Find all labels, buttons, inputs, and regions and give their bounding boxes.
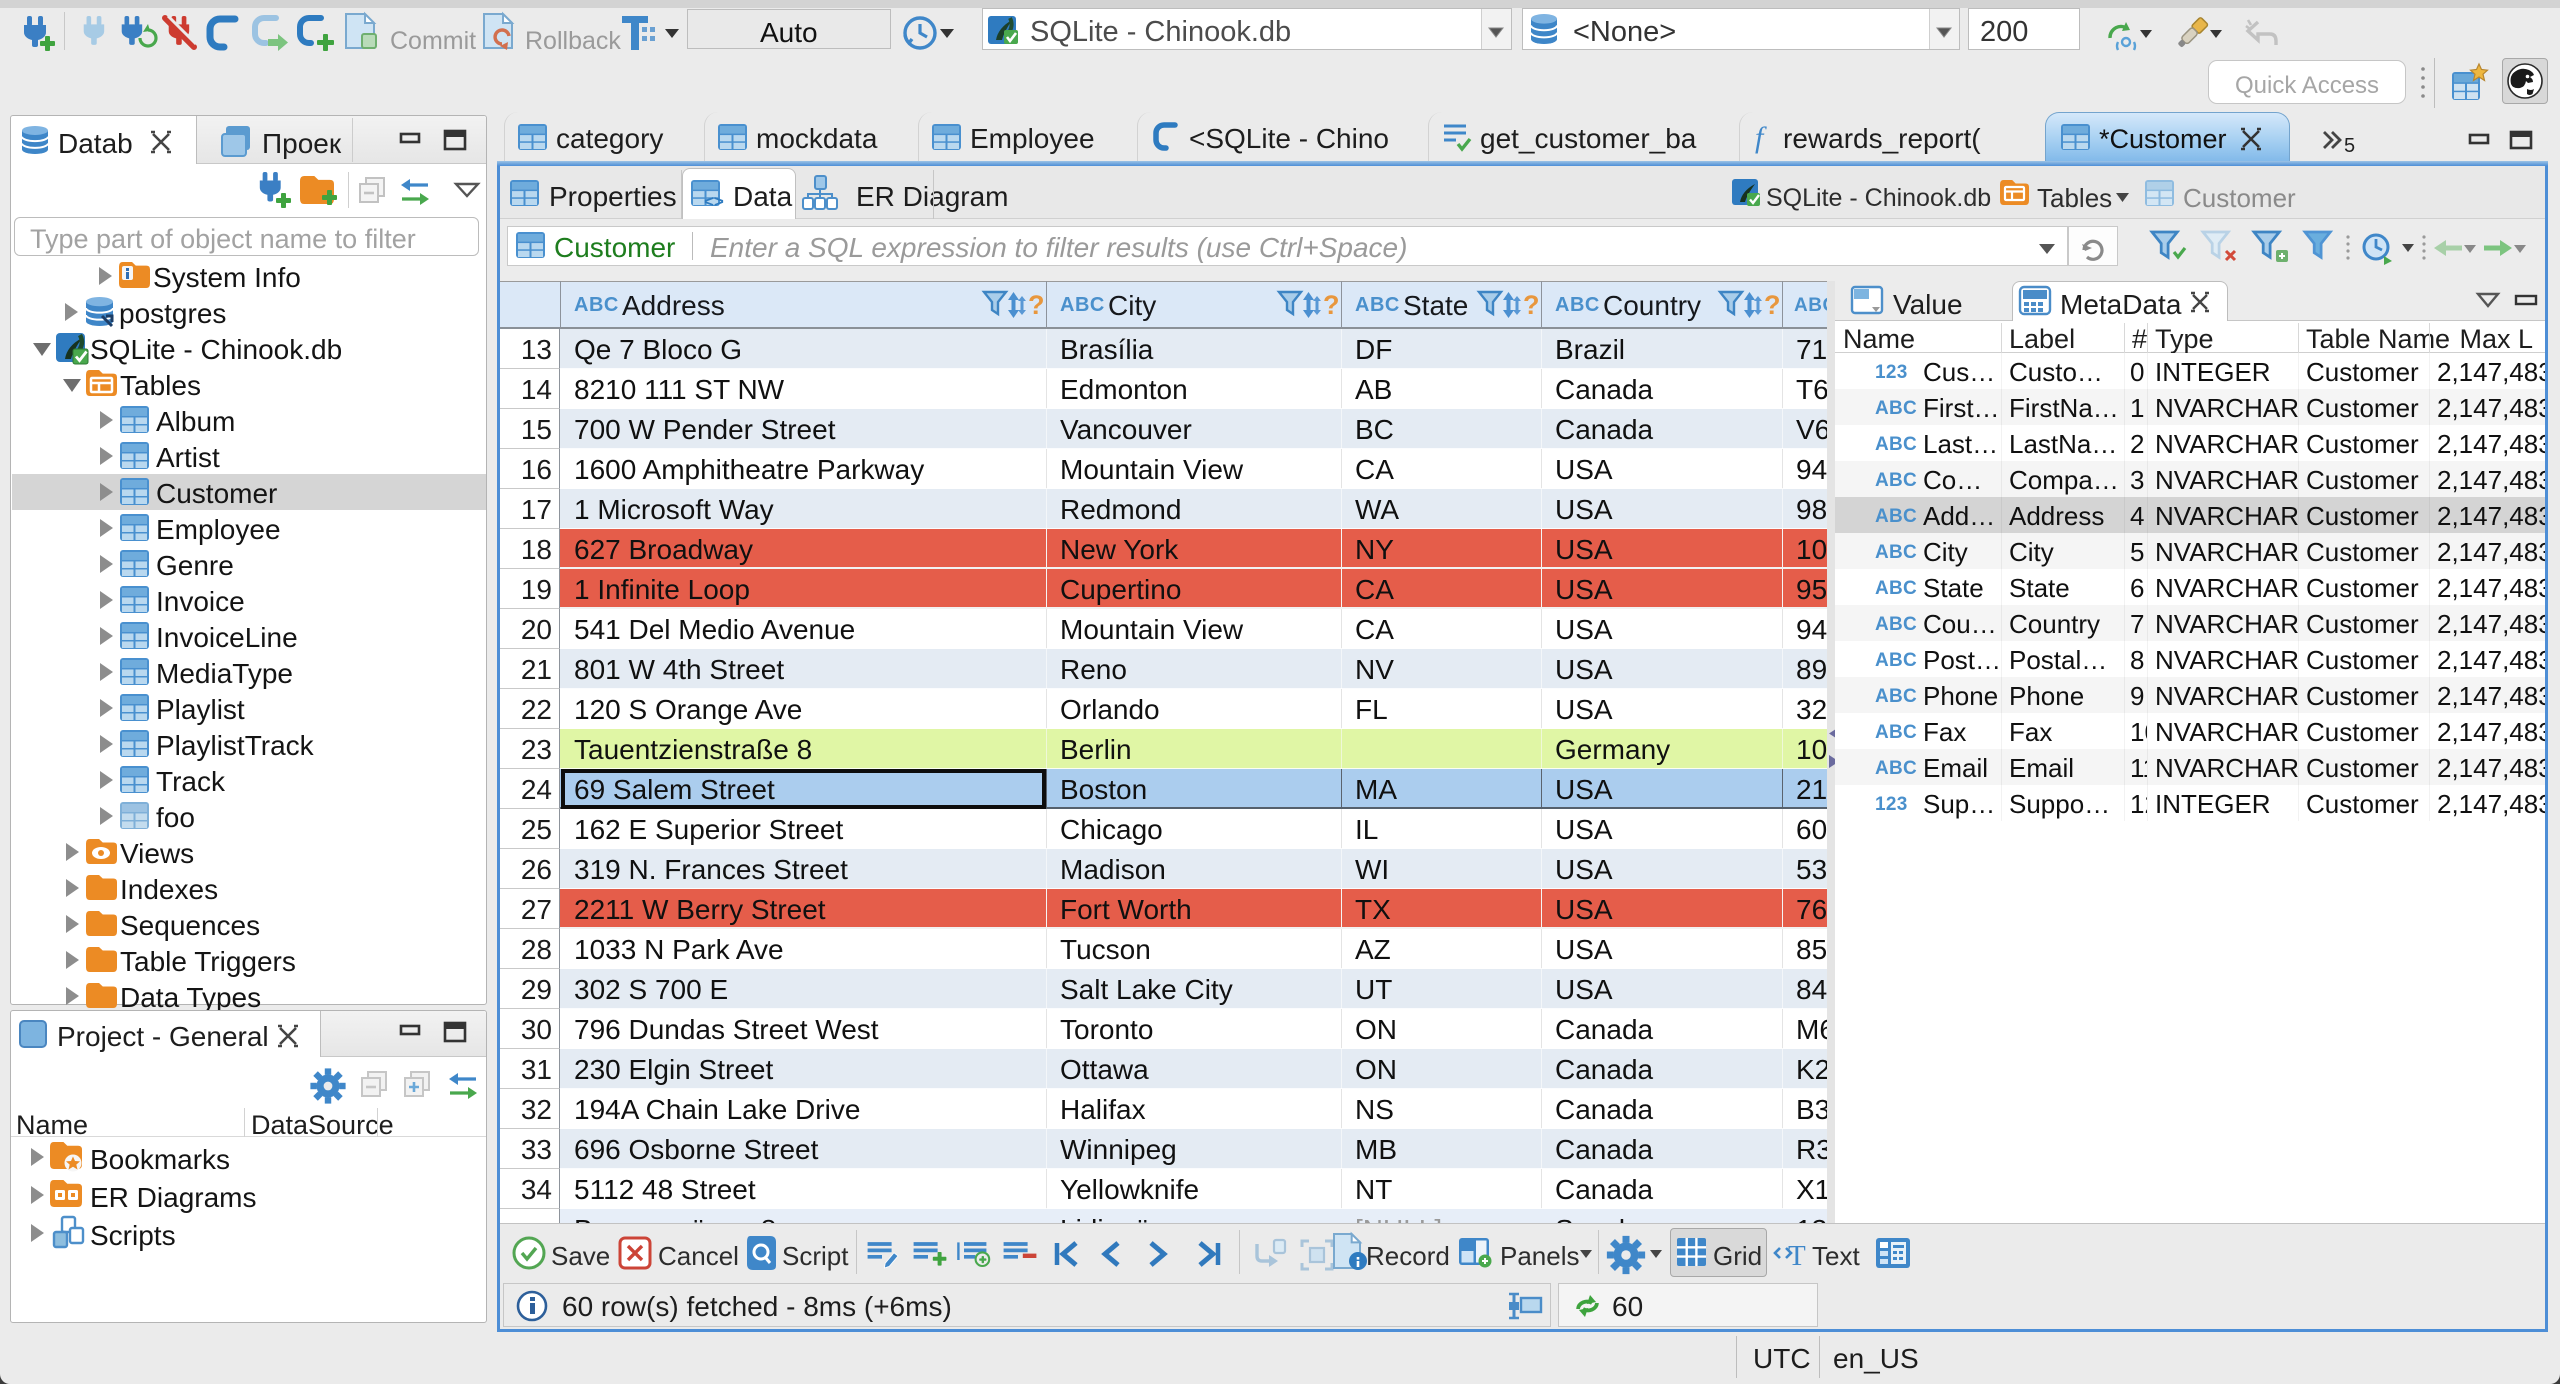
svg-text:ABC: ABC xyxy=(1875,722,1917,743)
svg-text:?: ? xyxy=(1323,290,1340,320)
svg-text:ABC: ABC xyxy=(1555,294,1600,316)
svg-text:T: T xyxy=(1788,1240,1806,1272)
svg-text:ABC: ABC xyxy=(1875,398,1917,419)
svg-text:123: 123 xyxy=(1875,794,1908,815)
svg-text:ABC: ABC xyxy=(1875,650,1917,671)
svg-text:f: f xyxy=(1755,121,1767,154)
svg-text:ABC: ABC xyxy=(1875,578,1917,599)
svg-text:123: 123 xyxy=(1875,362,1908,383)
svg-text:ABC: ABC xyxy=(1875,758,1917,779)
svg-text:<>: <> xyxy=(704,192,724,211)
svg-text:ABC: ABC xyxy=(1875,542,1917,563)
svg-text:ABC: ABC xyxy=(1875,470,1917,491)
svg-text:ABC: ABC xyxy=(1875,434,1917,455)
svg-text:5: 5 xyxy=(2344,135,2355,157)
svg-text:ABC: ABC xyxy=(1875,506,1917,527)
svg-text:ABC: ABC xyxy=(1355,294,1400,316)
svg-text:ABC: ABC xyxy=(1875,686,1917,707)
svg-text:ABC: ABC xyxy=(574,294,619,316)
svg-text:?: ? xyxy=(1764,290,1781,320)
svg-text:?: ? xyxy=(1523,290,1540,320)
svg-text:ABC: ABC xyxy=(1875,614,1917,635)
svg-text:?: ? xyxy=(1028,290,1045,320)
svg-text:ABC: ABC xyxy=(1060,294,1105,316)
